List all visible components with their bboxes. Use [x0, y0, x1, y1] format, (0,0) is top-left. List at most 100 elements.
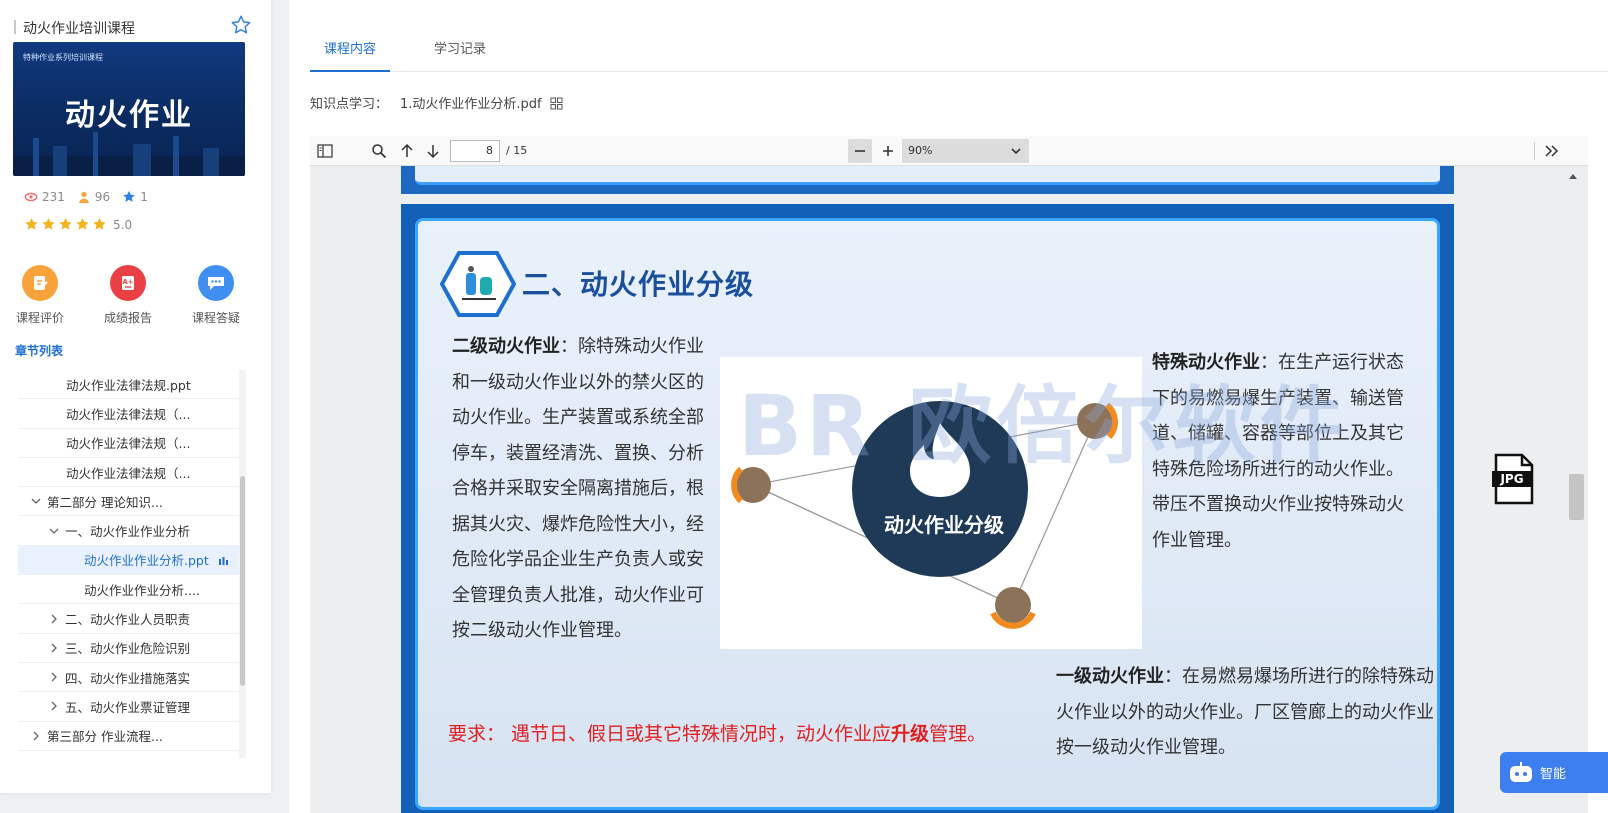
- scroll-up-arrow-icon[interactable]: [1568, 172, 1578, 180]
- tab-study-record[interactable]: 学习记录: [420, 36, 500, 72]
- tree-item-part-3[interactable]: 第三部分 作业流程...: [18, 722, 240, 751]
- sidebar-toggle-icon[interactable]: [316, 142, 334, 160]
- arrow-up-icon[interactable]: [398, 142, 416, 160]
- pdf-page-area: 二、动火作业分级 二级动火作业：除特殊动火作业和一级动火作业以外的禁火区的动火作…: [310, 166, 1588, 813]
- person-icon: [79, 191, 89, 204]
- pdf-page-slide: 二、动火作业分级 二级动火作业：除特殊动火作业和一级动火作业以外的禁火区的动火作…: [401, 204, 1454, 813]
- course-title-row: 动火作业培训课程: [14, 14, 254, 38]
- chevron-down-icon: [1011, 148, 1021, 155]
- rating-star-icon: [93, 217, 106, 230]
- chevron-right-icon: [51, 701, 57, 711]
- favorites-count: 1: [140, 190, 148, 204]
- tree-item-section-3[interactable]: 三、动火作业危险识别: [18, 634, 240, 663]
- tree-item-label: 动火作业作业分析....: [84, 582, 200, 598]
- brand-watermark: BR 欧倍尔软件: [738, 377, 1348, 475]
- level-two-paragraph: 二级动火作业：除特殊动火作业和一级动火作业以外的禁火区的动火作业。生产装置或系统…: [452, 329, 714, 649]
- tree-item-part-2[interactable]: 第二部分 理论知识...: [18, 487, 240, 517]
- tree-item-section-2[interactable]: 二、动火作业人员职责: [18, 604, 240, 634]
- hexagon-equipment-icon: [440, 251, 516, 317]
- double-chevron-right-icon[interactable]: [1542, 142, 1560, 160]
- rating-value: 5.0: [113, 217, 133, 232]
- title-accent-bar: [14, 20, 16, 34]
- chevron-right-icon: [51, 614, 57, 623]
- star-filled-icon: [123, 190, 135, 202]
- tree-item-section-4[interactable]: 四、动火作业措施落实: [18, 663, 240, 693]
- tree-item-label: 第二部分 理论知识...: [47, 494, 163, 510]
- plus-icon: [883, 146, 893, 156]
- level-two-text: ：除特殊动火作业和一级动火作业以外的禁火区的动火作业。生产装置或系统全部停车，装…: [452, 336, 704, 641]
- zoom-select[interactable]: 90%: [902, 139, 1029, 163]
- zoom-in-button[interactable]: [876, 139, 900, 163]
- svg-text:A+: A+: [122, 278, 133, 286]
- views-stat: 231: [24, 190, 65, 204]
- tree-item-current-file[interactable]: 动火作业作业分析.ppt: [18, 545, 240, 576]
- requirement-prefix: 要求： 遇节日、假日或其它特殊情况时，动火作业应: [448, 723, 892, 745]
- score-report-label: 成绩报告: [103, 311, 152, 325]
- knowledge-point: 知识点学习： 1.动火作业作业分析.pdf: [310, 93, 563, 112]
- tree-item-label: 一、动火作业作业分析: [65, 524, 191, 540]
- tree-item-label: 五、动火作业票证管理: [65, 699, 191, 715]
- slide-content: 二、动火作业分级 二级动火作业：除特殊动火作业和一级动火作业以外的禁火区的动火作…: [415, 218, 1440, 810]
- course-rating: 5.0: [24, 217, 132, 232]
- level-two-title: 二级动火作业: [452, 336, 560, 357]
- tree-item-file[interactable]: 动火作业作业分析....: [18, 575, 240, 605]
- tab-course-content[interactable]: 课程内容: [310, 36, 390, 72]
- course-sidebar: 动火作业培训课程 特种作业系列培训课程 动火作业 231 96 1 5.0 课程…: [0, 0, 271, 793]
- learners-count: 96: [94, 190, 111, 204]
- tree-item-section-1[interactable]: 一、动火作业作业分析: [18, 516, 240, 546]
- chevron-right-icon: [51, 643, 57, 653]
- requirement-emphasis: 升级: [891, 723, 930, 745]
- fullscreen-icon[interactable]: [550, 97, 563, 110]
- pdf-scrollbar-thumb[interactable]: [1569, 474, 1584, 520]
- search-icon[interactable]: [370, 142, 388, 160]
- favorites-stat: 1: [122, 190, 148, 204]
- tree-item-label: 三、动火作业危险识别: [65, 641, 191, 657]
- jpg-file-icon[interactable]: JPG: [1492, 453, 1536, 505]
- rating-star-icon: [25, 217, 38, 230]
- review-icon: [22, 265, 58, 301]
- toolbar-divider: [1534, 142, 1535, 160]
- course-review-label: 课程评价: [15, 311, 64, 325]
- report-icon: A+: [110, 265, 146, 301]
- diagram-center-label: 动火作业分级: [884, 513, 1004, 537]
- cover-subtitle: 特种作业系列培训课程: [23, 53, 103, 62]
- chapter-tree: 动火作业法律法规.ppt 动火作业法律法规（... 动火作业法律法规（... 动…: [18, 370, 240, 758]
- tree-item-label: 动火作业法律法规.ppt: [66, 377, 191, 393]
- slide-heading: 二、动火作业分级: [522, 268, 755, 301]
- course-review-button[interactable]: 课程评价: [5, 265, 75, 326]
- tree-item-label: 动火作业作业分析.ppt: [84, 553, 209, 569]
- tree-item-section-5[interactable]: 五、动火作业票证管理: [18, 692, 240, 722]
- tree-scrollbar-thumb[interactable]: [240, 476, 245, 686]
- tree-item-file[interactable]: 动火作业法律法规（...: [18, 458, 240, 488]
- course-stats: 231 96 1: [24, 190, 148, 204]
- views-count: 231: [42, 190, 65, 204]
- favorite-star-icon[interactable]: [230, 14, 252, 36]
- course-qa-button[interactable]: 课程答疑: [181, 265, 251, 326]
- eye-icon: [24, 192, 38, 202]
- knowledge-file-name: 1.动火作业作业分析.pdf: [400, 97, 542, 112]
- chevron-right-icon: [33, 731, 39, 741]
- tree-item-file[interactable]: 动火作业法律法规.ppt: [18, 370, 240, 400]
- tree-item-label: 二、动火作业人员职责: [65, 612, 191, 628]
- score-report-button[interactable]: A+ 成绩报告: [93, 265, 163, 326]
- zoom-out-button[interactable]: [848, 139, 872, 163]
- main-content: 课程内容 学习记录 知识点学习： 1.动火作业作业分析.pdf 8 / 15 90…: [289, 0, 1608, 813]
- ai-assistant-button[interactable]: 智能: [1500, 752, 1608, 793]
- learners-stat: 96: [77, 190, 110, 204]
- playing-bars-icon: [219, 556, 228, 565]
- course-cover-image: 特种作业系列培训课程 动火作业: [13, 42, 245, 176]
- chat-icon: [198, 265, 234, 301]
- requirement-note: 要求： 遇节日、假日或其它特殊情况时，动火作业应升级管理。: [448, 719, 986, 746]
- robot-icon: [1510, 761, 1532, 782]
- level-one-paragraph: 一级动火作业：在易燃易爆场所进行的除特殊动火作业以外的动火作业。厂区管廊上的动火…: [1056, 659, 1437, 766]
- pdf-viewer: 8 / 15 90% 二、动火作业分级 二级动火作业：除特殊动火作业和一级动火作…: [310, 136, 1588, 813]
- cover-skyline-graphic: [13, 132, 245, 176]
- previous-page-slide: [401, 166, 1454, 194]
- tree-item-file[interactable]: 动火作业法律法规（...: [18, 429, 240, 458]
- arrow-down-icon[interactable]: [424, 142, 442, 160]
- page-number-input[interactable]: 8: [450, 140, 500, 162]
- rating-star-icon: [76, 217, 89, 230]
- course-qa-label: 课程答疑: [191, 311, 240, 325]
- tree-item-file[interactable]: 动火作业法律法规（...: [18, 399, 240, 429]
- rating-star-icon: [59, 217, 72, 230]
